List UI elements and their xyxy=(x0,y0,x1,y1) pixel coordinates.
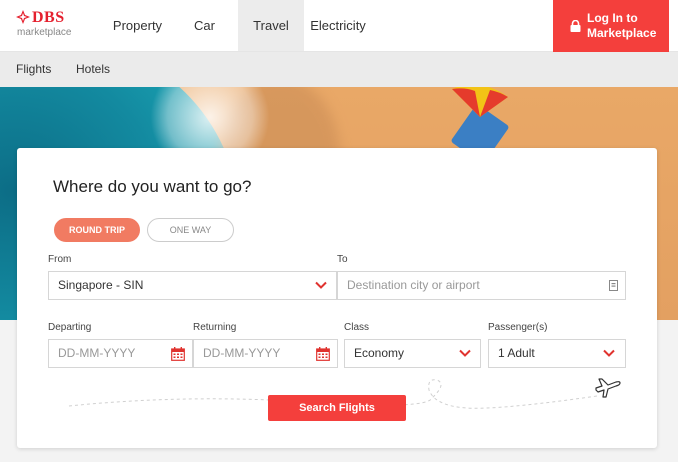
passengers-value: 1 Adult xyxy=(498,346,535,360)
to-label: To xyxy=(337,254,348,265)
login-label-line2: Marketplace xyxy=(587,26,657,40)
chevron-down-icon xyxy=(315,281,327,289)
dbs-logo-icon xyxy=(16,10,30,24)
top-header: DBS marketplace Property Car Travel Elec… xyxy=(0,0,678,52)
flight-search-card: Where do you want to go? ROUND TRIP ONE … xyxy=(17,148,657,448)
lock-icon xyxy=(570,20,581,32)
from-value: Singapore - SIN xyxy=(58,278,144,292)
from-label: From xyxy=(48,254,72,265)
login-label: Log In to Marketplace xyxy=(587,11,656,41)
hero-umbrella xyxy=(452,87,508,117)
to-input[interactable]: Destination city or airport xyxy=(337,271,626,300)
id-card-icon xyxy=(609,280,618,291)
logo-subtitle: marketplace xyxy=(17,27,72,38)
calendar-icon xyxy=(316,347,330,361)
returning-placeholder: DD-MM-YYYY xyxy=(203,346,281,360)
passengers-select[interactable]: 1 Adult xyxy=(488,339,626,368)
passengers-label: Passenger(s) xyxy=(488,322,548,333)
departing-date-input[interactable]: DD-MM-YYYY xyxy=(48,339,193,368)
returning-date-input[interactable]: DD-MM-YYYY xyxy=(193,339,338,368)
dbs-logo[interactable]: DBS marketplace xyxy=(16,9,78,43)
nav-property[interactable]: Property xyxy=(104,0,171,51)
departing-placeholder: DD-MM-YYYY xyxy=(58,346,136,360)
to-placeholder: Destination city or airport xyxy=(347,278,480,292)
departing-label: Departing xyxy=(48,322,92,333)
calendar-icon xyxy=(171,347,185,361)
travel-subnav: Flights Hotels xyxy=(0,52,678,87)
nav-car[interactable]: Car xyxy=(171,0,238,51)
chevron-down-icon xyxy=(603,349,615,357)
returning-label: Returning xyxy=(193,322,237,333)
class-select[interactable]: Economy xyxy=(344,339,481,368)
round-trip-toggle[interactable]: ROUND TRIP xyxy=(54,218,140,242)
search-flights-button[interactable]: Search Flights xyxy=(268,395,406,421)
chevron-down-icon xyxy=(459,349,471,357)
one-way-toggle[interactable]: ONE WAY xyxy=(147,218,234,242)
class-label: Class xyxy=(344,322,370,333)
login-button[interactable]: Log In to Marketplace xyxy=(553,0,669,52)
search-title: Where do you want to go? xyxy=(53,177,252,196)
from-select[interactable]: Singapore - SIN xyxy=(48,271,337,300)
nav-electricity[interactable]: Electricity xyxy=(304,0,372,51)
login-label-line1: Log In to xyxy=(587,11,638,25)
logo-brand: DBS xyxy=(32,9,65,26)
airplane-icon xyxy=(595,378,621,398)
nav-travel[interactable]: Travel xyxy=(238,0,304,51)
subnav-flights[interactable]: Flights xyxy=(16,52,51,87)
class-value: Economy xyxy=(354,346,405,360)
subnav-hotels[interactable]: Hotels xyxy=(76,52,110,87)
